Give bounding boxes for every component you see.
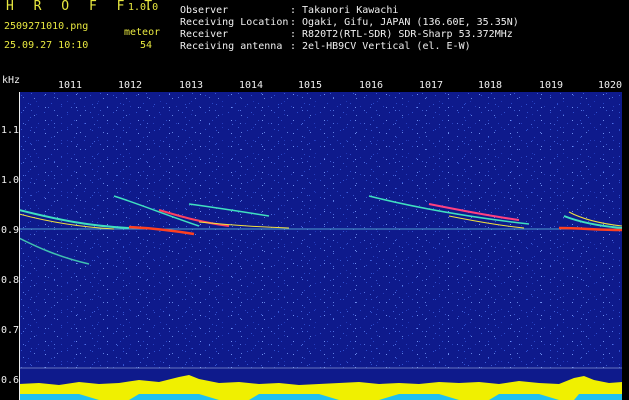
app-version: 1.0.0: [128, 2, 159, 13]
x-tick-label: 1014: [239, 80, 264, 91]
location-label: Receiving Location: [180, 17, 289, 28]
y-tick-label: 0.9: [1, 225, 20, 236]
y-axis-line: [19, 92, 20, 400]
y-tick-label: 0.6: [1, 375, 20, 386]
antenna-label: Receiving antenna: [180, 41, 283, 52]
file-name: 2509271010.png: [4, 21, 89, 32]
y-tick-label: 0.8: [1, 275, 20, 286]
x-tick-label: 1020: [598, 80, 623, 91]
x-tick-label: 1013: [179, 80, 204, 91]
antenna-value: : 2el-HB9CV Vertical (el. E-W): [290, 41, 471, 52]
spectrogram-plot: [19, 92, 622, 370]
observer-value: : Takanori Kawachi: [290, 5, 399, 16]
receiver-value: : R820T2(RTL-SDR) SDR-Sharp 53.372MHz: [290, 29, 513, 40]
y-tick-label: 1.0: [1, 175, 20, 186]
x-tick-label: 1018: [478, 80, 503, 91]
datetime: 25.09.27 10:10: [4, 40, 89, 51]
meteor-label: meteor: [124, 27, 161, 38]
x-tick-label: 1012: [118, 80, 143, 91]
x-tick-label: 1017: [419, 80, 444, 91]
x-tick-label: 1016: [359, 80, 384, 91]
level-strip: [19, 370, 622, 400]
receiver-label: Receiver: [180, 29, 229, 40]
observer-label: Observer: [180, 5, 229, 16]
meteor-count: 54: [140, 40, 153, 51]
header-panel: H R O F F T 1.0.0 2509271010.png meteor …: [0, 0, 629, 60]
level-svg: [19, 375, 622, 400]
y-axis-unit: kHz: [2, 75, 21, 86]
location-value: : Ogaki, Gifu, JAPAN (136.60E, 35.35N): [290, 17, 519, 28]
spectrogram-svg: [19, 92, 622, 370]
x-tick-label: 1015: [298, 80, 323, 91]
x-tick-label: 1011: [58, 80, 83, 91]
noise-layer: [19, 92, 622, 370]
y-tick-label: 1.1: [1, 125, 20, 136]
x-tick-label: 1019: [539, 80, 564, 91]
y-tick-label: 0.7: [1, 325, 20, 336]
